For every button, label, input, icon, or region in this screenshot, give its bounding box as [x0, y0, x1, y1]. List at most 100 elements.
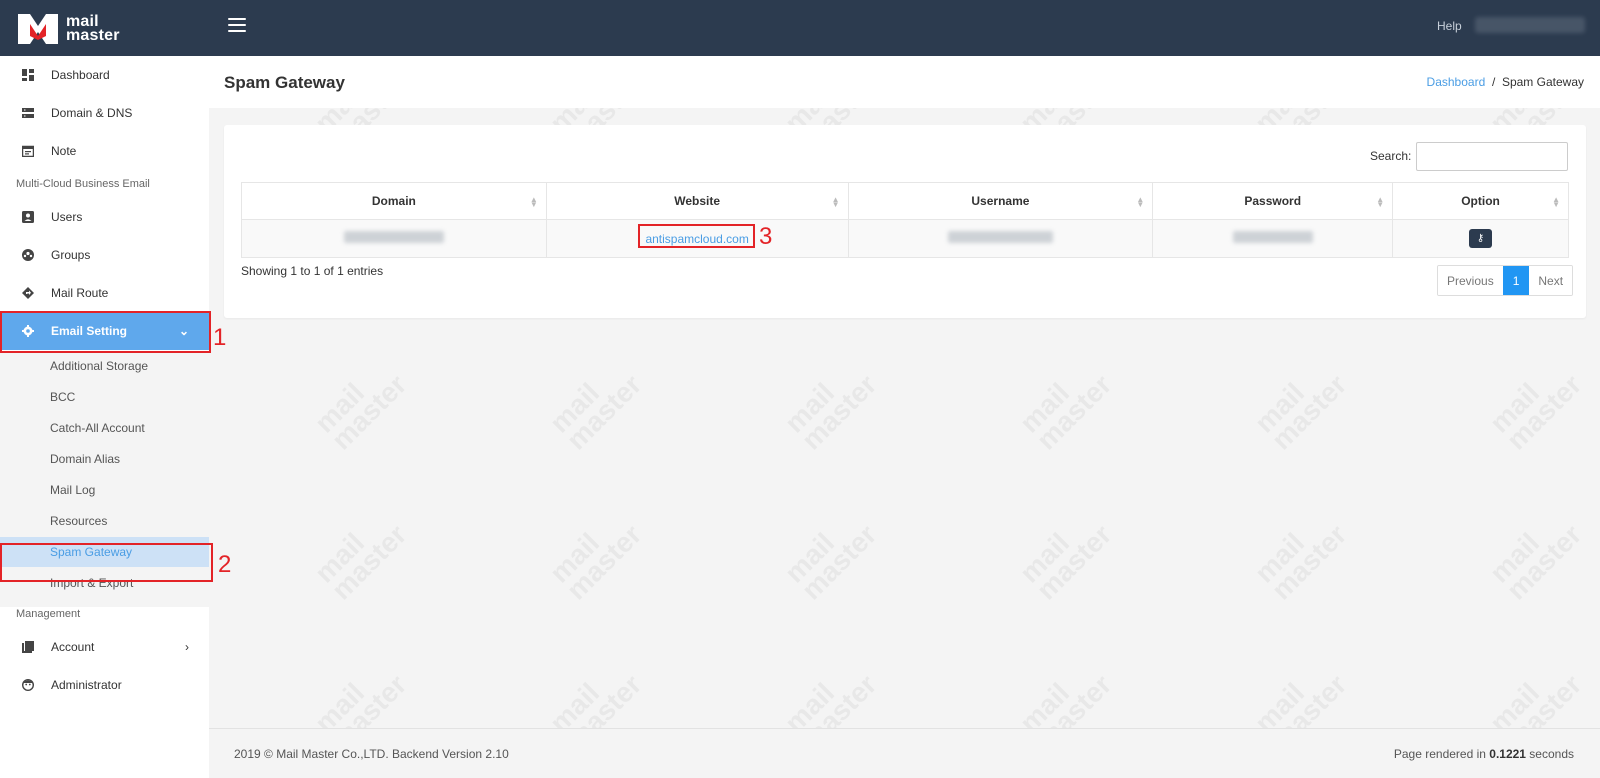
spam-gateway-table: Domain ▲ ▼ Website ▲ ▼ Username ▲ ▼ Password ▲ ▼…	[241, 182, 1569, 258]
column-header-password[interactable]: Password ▲ ▼	[1152, 182, 1394, 220]
sidebar-item-account[interactable]: Account ›	[0, 628, 209, 666]
pagination-previous[interactable]: Previous	[1438, 266, 1503, 295]
annotation-number-3: 3	[759, 223, 773, 250]
submenu-item-bcc[interactable]: BCC	[0, 382, 209, 412]
watermark-tile: mail master	[309, 505, 413, 606]
column-header-label: Option	[1461, 194, 1500, 208]
sidebar-item-label: Users	[51, 210, 83, 224]
column-header-label: Username	[971, 194, 1030, 208]
submenu-item-catch-all[interactable]: Catch-All Account	[0, 413, 209, 443]
submenu-item-additional-storage[interactable]: Additional Storage	[0, 351, 209, 381]
sidebar-item-dashboard[interactable]: Dashboard	[0, 56, 209, 94]
watermark-tile: mail master	[1484, 355, 1588, 456]
breadcrumb-home-link[interactable]: Dashboard	[1427, 75, 1486, 89]
render-time-prefix: Page rendered in	[1393, 747, 1490, 761]
render-time-suffix: seconds	[1525, 747, 1574, 761]
annotation-box-1	[0, 311, 211, 353]
watermark-tile: mail master	[779, 505, 883, 606]
user-menu[interactable]	[1475, 17, 1585, 33]
sidebar-item-users[interactable]: Users	[0, 198, 209, 236]
sidebar-item-label: Domain & DNS	[51, 106, 133, 120]
key-button[interactable]: ⚷	[1469, 229, 1493, 248]
breadcrumb-separator: /	[1491, 75, 1496, 89]
watermark-tile: mail master	[1484, 505, 1588, 606]
chevron-right-icon: ›	[185, 640, 189, 654]
blurred-password	[1232, 231, 1313, 243]
footer-render-time: Page rendered in 0.1221 seconds	[1394, 747, 1574, 761]
sidebar-item-label: Account	[51, 640, 95, 654]
cell-domain	[241, 219, 547, 258]
submenu-item-resources[interactable]: Resources	[0, 506, 209, 536]
note-icon	[21, 145, 35, 158]
user-card-icon	[22, 211, 34, 223]
submenu-item-domain-alias[interactable]: Domain Alias	[0, 444, 209, 474]
watermark-tile: mail master	[1249, 355, 1353, 456]
footer: 2019 © Mail Master Co.,LTD. Backend Vers…	[209, 728, 1600, 778]
annotation-number-1: 1	[213, 324, 227, 351]
entries-info: Showing 1 to 1 of 1 entries	[241, 264, 384, 278]
sort-icon: ▲ ▼	[529, 195, 538, 209]
search-input[interactable]	[1416, 142, 1568, 171]
watermark-tile: mail master	[1014, 505, 1118, 606]
brand-line2: master	[66, 27, 120, 44]
sidebar-item-label: Note	[51, 144, 77, 158]
blurred-username	[947, 231, 1053, 243]
sort-icon: ▲ ▼	[1136, 195, 1145, 209]
page-header: Spam Gateway Dashboard / Spam Gateway	[209, 56, 1600, 108]
render-time-value: 0.1221	[1489, 747, 1526, 761]
sidebar-item-label: Dashboard	[51, 68, 110, 82]
footer-copyright: 2019 © Mail Master Co.,LTD. Backend Vers…	[234, 747, 509, 761]
sidebar-item-groups[interactable]: Groups	[0, 236, 209, 274]
search-label: Search:	[1370, 149, 1412, 163]
sidebar-item-label: Mail Route	[51, 286, 109, 300]
column-header-label: Domain	[371, 194, 416, 208]
annotation-box-2	[0, 543, 213, 582]
sidebar-item-domain-dns[interactable]: Domain & DNS	[0, 94, 209, 132]
route-icon	[22, 287, 34, 299]
sidebar-section-title: Management	[16, 608, 81, 620]
sort-icon: ▲ ▼	[831, 195, 840, 209]
dashboard-icon	[22, 69, 34, 81]
cell-option: ⚷	[1392, 219, 1569, 258]
sort-icon: ▲ ▼	[1376, 195, 1385, 209]
sidebar-item-note[interactable]: Note	[0, 132, 209, 170]
cell-username	[847, 219, 1154, 258]
pagination-page-1[interactable]: 1	[1502, 266, 1530, 295]
top-bar: mail master Help	[0, 0, 1600, 56]
watermark-tile: mail master	[544, 355, 648, 456]
column-header-website[interactable]: Website ▲ ▼	[545, 182, 849, 220]
page-title: Spam Gateway	[224, 73, 345, 92]
admin-face-icon	[21, 678, 35, 692]
watermark-tile: mail master	[779, 355, 883, 456]
sidebar-item-label: Administrator	[51, 678, 122, 692]
pagination: Previous 1 Next	[1437, 265, 1574, 296]
table-row: antispamcloud.com ⚷	[241, 219, 1569, 258]
column-header-option[interactable]: Option ▲ ▼	[1392, 182, 1569, 220]
groups-icon	[22, 249, 34, 261]
blurred-domain	[343, 231, 444, 243]
brand-logo[interactable]: mail master	[14, 10, 120, 48]
server-icon	[22, 107, 34, 119]
watermark-tile: mail master	[1249, 505, 1353, 606]
column-header-username[interactable]: Username ▲ ▼	[847, 182, 1154, 220]
sidebar-item-mail-route[interactable]: Mail Route	[0, 274, 209, 312]
breadcrumb: Dashboard / Spam Gateway	[1427, 75, 1584, 89]
pagination-next[interactable]: Next	[1529, 266, 1573, 295]
cell-password	[1152, 219, 1394, 258]
sidebar-item-administrator[interactable]: Administrator	[0, 666, 209, 704]
account-book-icon	[22, 641, 34, 653]
submenu-item-mail-log[interactable]: Mail Log	[0, 475, 209, 505]
sidebar-item-label: Groups	[51, 248, 91, 262]
menu-toggle-icon[interactable]	[228, 18, 246, 32]
key-icon: ⚷	[1476, 233, 1485, 244]
column-header-label: Website	[674, 194, 721, 208]
annotation-number-2: 2	[218, 551, 232, 578]
breadcrumb-current: Spam Gateway	[1501, 75, 1584, 89]
column-header-domain[interactable]: Domain ▲ ▼	[241, 182, 547, 220]
watermark-tile: mail master	[544, 505, 648, 606]
sidebar-section-title: Multi-Cloud Business Email	[16, 178, 150, 190]
help-link[interactable]: Help	[1437, 19, 1462, 33]
table-header-row: Domain ▲ ▼ Website ▲ ▼ Username ▲ ▼ Password ▲ ▼…	[241, 182, 1569, 220]
watermark-tile: mail master	[309, 355, 413, 456]
mail-master-logo-icon	[18, 14, 58, 44]
